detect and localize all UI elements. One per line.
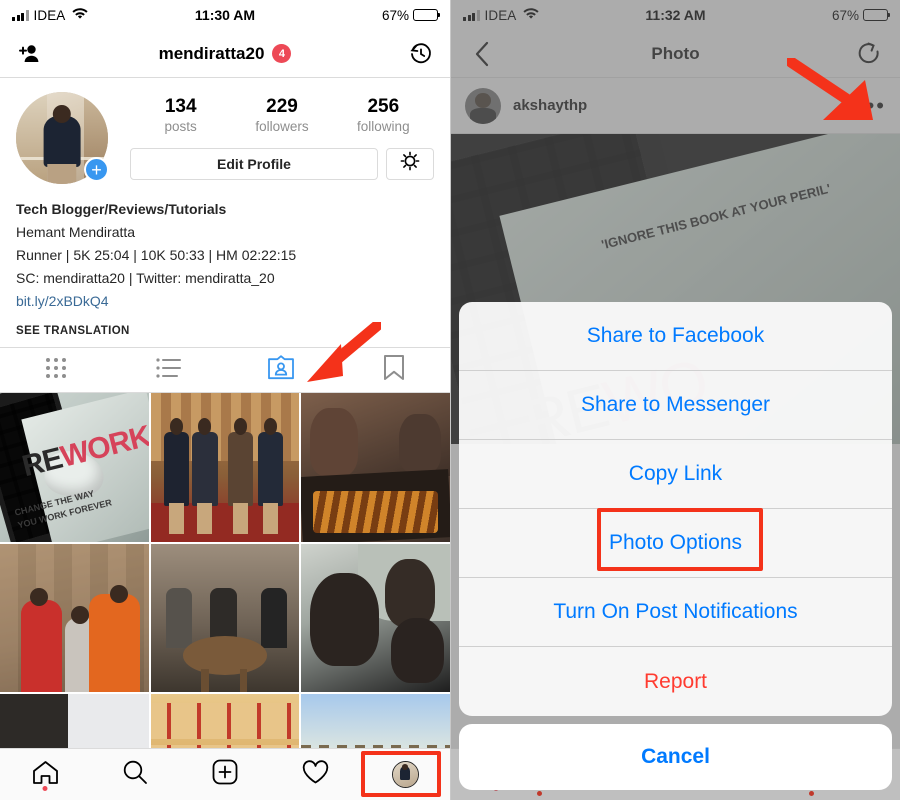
nav-home[interactable]: [0, 749, 90, 800]
bio-link[interactable]: bit.ly/2xBDkQ4: [16, 290, 434, 313]
following-count: 256: [367, 96, 400, 117]
bio-name: Hemant Mendiratta: [16, 224, 136, 240]
followers-label: followers: [255, 118, 309, 134]
bio-line-runner: Runner | 5K 25:04 | 10K 50:33 | HM 02:22…: [16, 247, 297, 263]
right-phone-panel: IDEA 11:32 AM 67% Photo akshaythp ••• 'I…: [450, 0, 900, 800]
notification-badge: 4: [272, 44, 292, 63]
following-label: following: [357, 118, 410, 134]
page-dots: [451, 791, 900, 796]
profile-username-label: mendiratta20: [158, 43, 265, 63]
grid-photo-cell[interactable]: REWORK CHANGE THE WAY YOU WORK FOREVER: [0, 393, 149, 542]
report-item[interactable]: Report: [459, 647, 892, 716]
profile-actions: Edit Profile: [130, 147, 434, 180]
posts-label: posts: [164, 118, 197, 134]
nav-profile[interactable]: [360, 749, 450, 800]
settings-button[interactable]: [386, 147, 434, 180]
stat-posts[interactable]: 134 posts: [130, 96, 231, 134]
copy-link-item[interactable]: Copy Link: [459, 440, 892, 509]
share-to-messenger-item[interactable]: Share to Messenger: [459, 371, 892, 440]
list-icon: [155, 357, 183, 384]
screenshot-root: IDEA 11:30 AM 67% mendiratta20 4 + 134 p…: [0, 0, 900, 800]
grid-photo-cell[interactable]: [150, 543, 300, 693]
nav-search[interactable]: [90, 749, 180, 800]
grid-photo-cell[interactable]: [0, 543, 149, 693]
grid-photo-cell[interactable]: [150, 393, 300, 542]
home-notification-dot: [42, 786, 48, 791]
page-dot: [537, 791, 542, 796]
carrier-label: IDEA: [33, 7, 66, 23]
bottom-nav-bar: [0, 748, 450, 800]
add-person-icon[interactable]: [14, 39, 44, 69]
page-dot: [809, 791, 814, 796]
action-sheet: Share to Facebook Share to Messenger Cop…: [459, 302, 892, 716]
plus-icon[interactable]: +: [84, 157, 109, 182]
profile-tab-bar: [0, 347, 450, 393]
profile-header: + 134 posts 229 followers 256 following: [0, 78, 450, 190]
plus-square-icon: [212, 759, 238, 790]
posts-count: 134: [164, 96, 197, 117]
edit-profile-button[interactable]: Edit Profile: [130, 147, 378, 180]
stat-following[interactable]: 256 following: [333, 96, 434, 134]
heart-icon: [302, 759, 329, 790]
bio-title: Tech Blogger/Reviews/Tutorials: [16, 201, 227, 217]
stat-followers[interactable]: 229 followers: [231, 96, 332, 134]
bookmark-icon: [383, 354, 405, 386]
wifi-icon: [72, 8, 89, 22]
profile-avatar-icon: [391, 761, 419, 788]
tab-list[interactable]: [113, 348, 226, 392]
grid-photo-cell[interactable]: [301, 393, 450, 542]
nav-activity[interactable]: [270, 749, 360, 800]
battery-percent-label: 67%: [381, 7, 409, 23]
tab-grid[interactable]: [0, 348, 113, 392]
photo-grid: REWORK CHANGE THE WAY YOU WORK FOREVER: [0, 393, 450, 800]
search-icon: [122, 759, 148, 790]
status-bar-right: 67%: [381, 7, 441, 23]
followers-count: 229: [266, 96, 298, 117]
turn-on-post-notifications-item[interactable]: Turn On Post Notifications: [459, 578, 892, 647]
tagged-person-icon: [267, 354, 295, 386]
nav-add[interactable]: [180, 749, 270, 800]
profile-stats: 134 posts 229 followers 256 following: [130, 96, 434, 134]
tab-tagged[interactable]: [225, 348, 338, 392]
gear-icon: [400, 151, 420, 176]
tab-saved[interactable]: [338, 348, 451, 392]
profile-nav-bar: mendiratta20 4: [0, 30, 450, 78]
clock-history-icon[interactable]: [406, 39, 436, 69]
bio-line-social: SC: mendiratta20 | Twitter: mendiratta_2…: [16, 270, 275, 286]
grid-icon: [43, 355, 69, 386]
share-to-facebook-item[interactable]: Share to Facebook: [459, 302, 892, 371]
photo-options-item[interactable]: Photo Options: [459, 509, 892, 578]
cancel-button[interactable]: Cancel: [459, 724, 892, 790]
status-bar-left: IDEA: [12, 7, 89, 23]
signal-bars-icon: [12, 9, 29, 21]
page-title: mendiratta20 4: [0, 44, 450, 64]
profile-bio: Tech Blogger/Reviews/Tutorials Hemant Me…: [0, 190, 450, 337]
grid-photo-cell[interactable]: [301, 543, 450, 693]
see-translation-button[interactable]: SEE TRANSLATION: [16, 325, 434, 337]
avatar[interactable]: +: [16, 92, 109, 184]
home-icon: [32, 760, 59, 790]
left-phone-panel: IDEA 11:30 AM 67% mendiratta20 4 + 134 p…: [0, 0, 450, 800]
profile-header-right: 134 posts 229 followers 256 following Ed…: [130, 92, 434, 180]
status-bar: IDEA 11:30 AM 67%: [0, 0, 450, 30]
battery-icon: [413, 9, 441, 21]
